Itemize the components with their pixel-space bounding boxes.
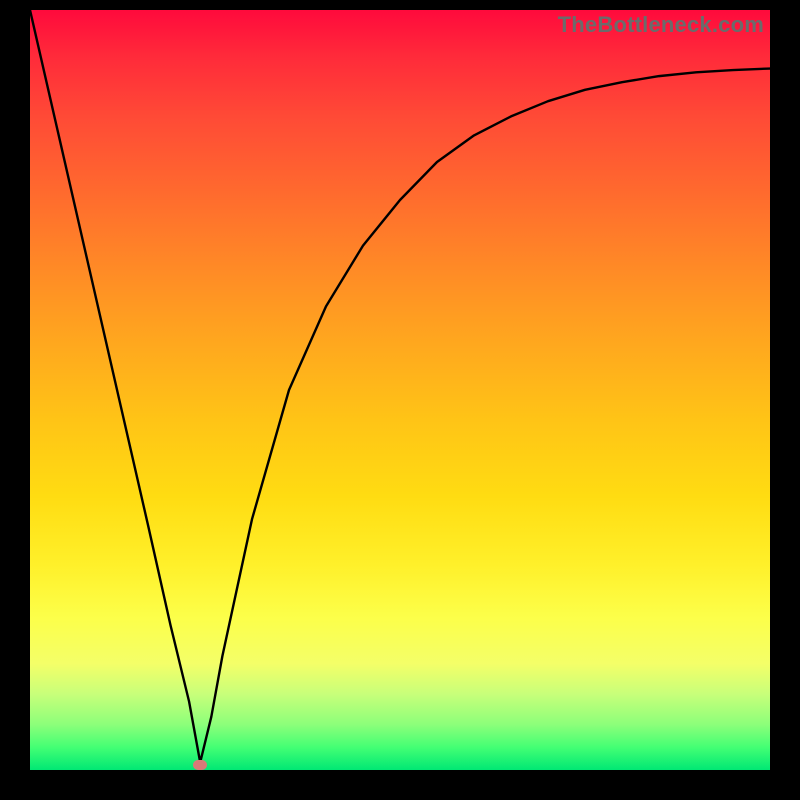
chart-frame: TheBottleneck.com [0, 0, 800, 800]
watermark-text: TheBottleneck.com [558, 12, 764, 38]
bottleneck-curve [30, 10, 770, 770]
minimum-marker [193, 760, 207, 770]
plot-area: TheBottleneck.com [30, 10, 770, 770]
